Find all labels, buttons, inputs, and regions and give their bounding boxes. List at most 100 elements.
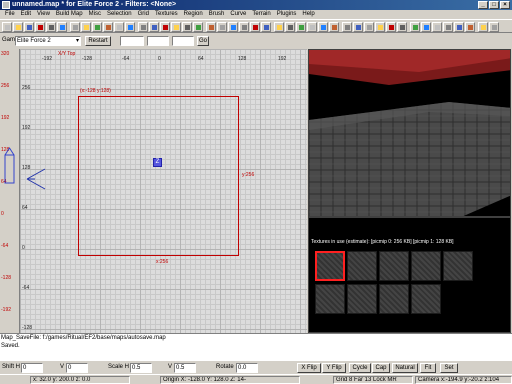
toolbar-button[interactable]: [114, 22, 124, 32]
toolbar-button[interactable]: [13, 22, 23, 32]
toolbar-button[interactable]: [206, 22, 216, 32]
minimize-button[interactable]: _: [478, 1, 488, 9]
toolbar-button[interactable]: [92, 22, 102, 32]
tool-icon: [231, 25, 236, 30]
menu-edit[interactable]: Edit: [18, 10, 34, 19]
menu-terrain[interactable]: Terrain: [249, 10, 273, 19]
shift-h-input[interactable]: 0: [21, 363, 43, 373]
toolbar-button[interactable]: [81, 22, 91, 32]
restart-button[interactable]: Restart: [85, 36, 111, 46]
toolbar-button[interactable]: [329, 22, 339, 32]
cap-button[interactable]: Cap: [372, 363, 390, 373]
scale-v-input[interactable]: 0.5: [174, 363, 196, 373]
toolbar-button[interactable]: [465, 22, 475, 32]
texture-tile[interactable]: [379, 284, 409, 314]
close-button[interactable]: ×: [500, 1, 510, 9]
rotate-input[interactable]: 0.0: [236, 363, 258, 373]
toolbar-button[interactable]: [261, 22, 271, 32]
maximize-button[interactable]: □: [489, 1, 499, 9]
menu-curve[interactable]: Curve: [227, 10, 249, 19]
texture-tile[interactable]: [379, 251, 409, 281]
z-tick: -128: [1, 275, 12, 281]
toolbar-button[interactable]: [353, 22, 363, 32]
toolbar-button[interactable]: [397, 22, 407, 32]
toolbar-button[interactable]: [285, 22, 295, 32]
coord-field-2[interactable]: [147, 36, 169, 46]
menu-file[interactable]: File: [2, 10, 18, 19]
toolbar-button[interactable]: [375, 22, 385, 32]
game-select[interactable]: Elite Force 2 ▾: [15, 36, 81, 46]
toolbar-button[interactable]: [274, 22, 284, 32]
y-flip-button[interactable]: Y Flip: [322, 363, 346, 373]
surface-inspector-bar: Shift H 0 V 0 Scale H 0.5 V 0.5 Rotate 0…: [0, 361, 512, 374]
toolbar-button[interactable]: [149, 22, 159, 32]
selected-brush[interactable]: [78, 96, 239, 256]
toolbar-button[interactable]: [182, 22, 192, 32]
menu-textures[interactable]: Textures: [152, 10, 181, 19]
z-ruler[interactable]: 320 256 192 128 64 0 -64 -128 -192: [0, 49, 20, 333]
texture-browser[interactable]: Textures in use (estimate): [picmip 0: 2…: [308, 217, 511, 333]
menu-misc[interactable]: Misc: [86, 10, 104, 19]
fit-button[interactable]: Fit: [420, 363, 436, 373]
toolbar-button[interactable]: [489, 22, 499, 32]
cycle-button[interactable]: Cycle: [349, 363, 371, 373]
toolbar-button[interactable]: [171, 22, 181, 32]
texture-tile[interactable]: [411, 284, 441, 314]
scale-h-input[interactable]: 0.5: [130, 363, 152, 373]
toolbar-button[interactable]: [443, 22, 453, 32]
toolbar-button[interactable]: [307, 22, 317, 32]
toolbar-button[interactable]: [193, 22, 203, 32]
natural-button[interactable]: Natural: [392, 363, 418, 373]
camera-3d-view[interactable]: [308, 49, 511, 217]
toolbar-button[interactable]: [386, 22, 396, 32]
toolbar-button[interactable]: [228, 22, 238, 32]
toolbar-button[interactable]: [125, 22, 135, 32]
menu-grid[interactable]: Grid: [135, 10, 152, 19]
toolbar-button[interactable]: [57, 22, 67, 32]
toolbar-button[interactable]: [364, 22, 374, 32]
menu-plugins[interactable]: Plugins: [274, 10, 300, 19]
toolbar-button[interactable]: [70, 22, 80, 32]
texture-tile[interactable]: [347, 251, 377, 281]
toolbar-button[interactable]: [454, 22, 464, 32]
toolbar-button[interactable]: [410, 22, 420, 32]
toolbar-button[interactable]: [46, 22, 56, 32]
toolbar-button[interactable]: [103, 22, 113, 32]
menu-build-map[interactable]: Build Map: [53, 10, 86, 19]
toolbar-button[interactable]: [138, 22, 148, 32]
x-flip-button[interactable]: X Flip: [297, 363, 321, 373]
menu-bar: File Edit View Build Map Misc Selection …: [0, 10, 512, 19]
toolbar-button[interactable]: [318, 22, 328, 32]
toolbar-button[interactable]: [35, 22, 45, 32]
texture-tile-selected[interactable]: [315, 251, 345, 281]
set-button[interactable]: Set: [440, 363, 458, 373]
menu-help[interactable]: Help: [299, 10, 317, 19]
menu-brush[interactable]: Brush: [206, 10, 228, 19]
toolbar-button[interactable]: [296, 22, 306, 32]
toolbar-button[interactable]: [432, 22, 442, 32]
texture-tile[interactable]: [347, 284, 377, 314]
texture-tile[interactable]: [411, 251, 441, 281]
shift-v-input[interactable]: 0: [66, 363, 88, 373]
xy-top-view[interactable]: X/Y Top -192 -128 -64 0 64 128 192 256 1…: [20, 49, 307, 333]
toolbar-button[interactable]: [24, 22, 34, 32]
coord-field-3[interactable]: [172, 36, 194, 46]
toolbar-button[interactable]: [2, 22, 12, 32]
texture-tile[interactable]: [443, 251, 473, 281]
texture-tile[interactable]: [315, 284, 345, 314]
brush-origin-handle[interactable]: Z: [153, 158, 162, 167]
toolbar-button[interactable]: [421, 22, 431, 32]
menu-selection[interactable]: Selection: [104, 10, 135, 19]
toolbar-button[interactable]: [478, 22, 488, 32]
toolbar-button[interactable]: [342, 22, 352, 32]
toolbar-button[interactable]: [239, 22, 249, 32]
console-output[interactable]: Map_SaveFile: f:/games/Ritual/EF2/base/m…: [0, 333, 512, 361]
menu-view[interactable]: View: [34, 10, 53, 19]
toolbar-button[interactable]: [250, 22, 260, 32]
toolbar-button[interactable]: [217, 22, 227, 32]
toolbar-button[interactable]: [160, 22, 170, 32]
coord-field-1[interactable]: [120, 36, 144, 46]
go-button[interactable]: Go: [197, 36, 209, 46]
menu-region[interactable]: Region: [181, 10, 206, 19]
camera-icon[interactable]: [25, 167, 47, 191]
